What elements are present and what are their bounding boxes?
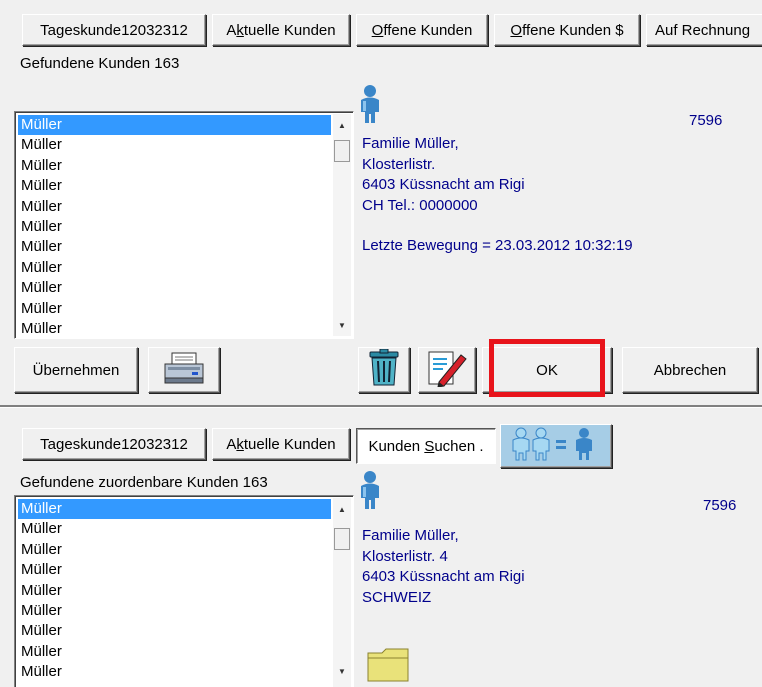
- list-item[interactable]: Müller: [18, 176, 331, 196]
- list-item[interactable]: Müller: [18, 217, 331, 237]
- list-item[interactable]: Müller: [18, 662, 331, 682]
- address-line: Klosterlistr. 4: [362, 547, 448, 565]
- list-item[interactable]: Müller: [18, 278, 331, 298]
- trash-icon: [367, 348, 401, 391]
- tab-tageskunde[interactable]: Tageskunde12032312: [22, 14, 206, 46]
- scroll-thumb[interactable]: [334, 140, 350, 162]
- list-item[interactable]: Müller: [18, 519, 331, 539]
- list-item[interactable]: Müller: [18, 258, 331, 278]
- scroll-up-arrow[interactable]: ▲: [333, 116, 351, 134]
- tab-offene-kunden[interactable]: Offene Kunden: [356, 14, 488, 46]
- list-item[interactable]: Müller: [18, 156, 331, 176]
- found-customers-label: Gefundene Kunden 163: [20, 55, 180, 72]
- list-item[interactable]: Müller: [18, 642, 331, 662]
- scroll-up-arrow[interactable]: ▲: [333, 500, 351, 518]
- edit-pencil-icon: [427, 349, 467, 391]
- address-line: CH Tel.: 0000000: [362, 196, 478, 214]
- address-line: 6403 Küssnacht am Rigi: [362, 176, 525, 193]
- tab-offene-kunden-dollar[interactable]: Offene Kunden $: [494, 14, 640, 46]
- address-line: 6403 Küssnacht am Rigi: [362, 568, 525, 585]
- address-line: Familie Müller,: [362, 135, 459, 152]
- found-assignable-customers-label: Gefundene zuordenbare Kunden 163: [20, 474, 268, 491]
- person-icon: [358, 470, 382, 510]
- address-line: Klosterlistr.: [362, 155, 436, 173]
- customer-address: Familie Müller, Klosterlistr. 6403 Küssn…: [362, 134, 525, 216]
- list-item[interactable]: Müller: [18, 621, 331, 641]
- tab-auf-rechnung[interactable]: Auf Rechnung: [646, 14, 762, 46]
- print-button[interactable]: [148, 347, 220, 393]
- list-item[interactable]: Müller: [18, 560, 331, 580]
- tab-aktuelle-kunden[interactable]: Aktuelle Kunden: [212, 14, 350, 46]
- list-item[interactable]: Müller: [18, 299, 331, 319]
- tab-kunden-suchen[interactable]: Kunden Suchen .: [356, 428, 496, 464]
- assignable-list-scrollbar[interactable]: ▲ ▼: [333, 498, 351, 687]
- scroll-thumb[interactable]: [334, 528, 350, 550]
- list-item[interactable]: Müller: [18, 237, 331, 257]
- list-item[interactable]: Müller: [18, 197, 331, 217]
- list-item[interactable]: Müller: [18, 499, 331, 520]
- folder-icon[interactable]: [366, 645, 410, 683]
- customer-list-scrollbar[interactable]: ▲ ▼: [333, 114, 351, 336]
- assignable-customer-number: 7596: [703, 497, 737, 514]
- list-item[interactable]: Müller: [18, 135, 331, 155]
- list-item[interactable]: Müller: [18, 581, 331, 601]
- list-item[interactable]: Müller: [18, 115, 331, 136]
- panel-divider: [0, 405, 762, 408]
- merge-customers-icon: [508, 427, 604, 465]
- edit-button[interactable]: [418, 347, 476, 393]
- customer-number: 7596: [689, 112, 723, 129]
- merge-customers-button[interactable]: [500, 424, 612, 468]
- person-icon: [358, 84, 382, 124]
- address-line: SCHWEIZ: [362, 588, 432, 606]
- customer-listbox[interactable]: Müller Müller Müller Müller Müller Müller Müll…: [14, 111, 354, 339]
- address-line: Familie Müller,: [362, 527, 459, 544]
- tab-aktuelle-kunden-bottom[interactable]: Aktuelle Kunden: [212, 428, 350, 460]
- cancel-button[interactable]: Abbrechen: [622, 347, 758, 393]
- delete-button[interactable]: [358, 347, 410, 393]
- list-item[interactable]: Müller: [18, 319, 331, 338]
- assignable-customer-address: Familie Müller, Klosterlistr. 4 6403 Küs…: [362, 526, 525, 608]
- scroll-down-arrow[interactable]: ▼: [333, 316, 351, 334]
- last-movement: Letzte Bewegung = 23.03.2012 10:32:19: [362, 237, 633, 254]
- printer-icon: [162, 351, 206, 389]
- list-item[interactable]: Müller: [18, 601, 331, 621]
- scroll-down-arrow[interactable]: ▼: [333, 662, 351, 680]
- assignable-customer-listbox[interactable]: Müller Müller Müller Müller Müller Müller Müll…: [14, 495, 354, 687]
- list-item[interactable]: Müller: [18, 540, 331, 560]
- ok-highlight-box: [489, 339, 605, 397]
- tab-tageskunde-bottom[interactable]: Tageskunde12032312: [22, 428, 206, 460]
- take-over-button[interactable]: Übernehmen: [14, 347, 138, 393]
